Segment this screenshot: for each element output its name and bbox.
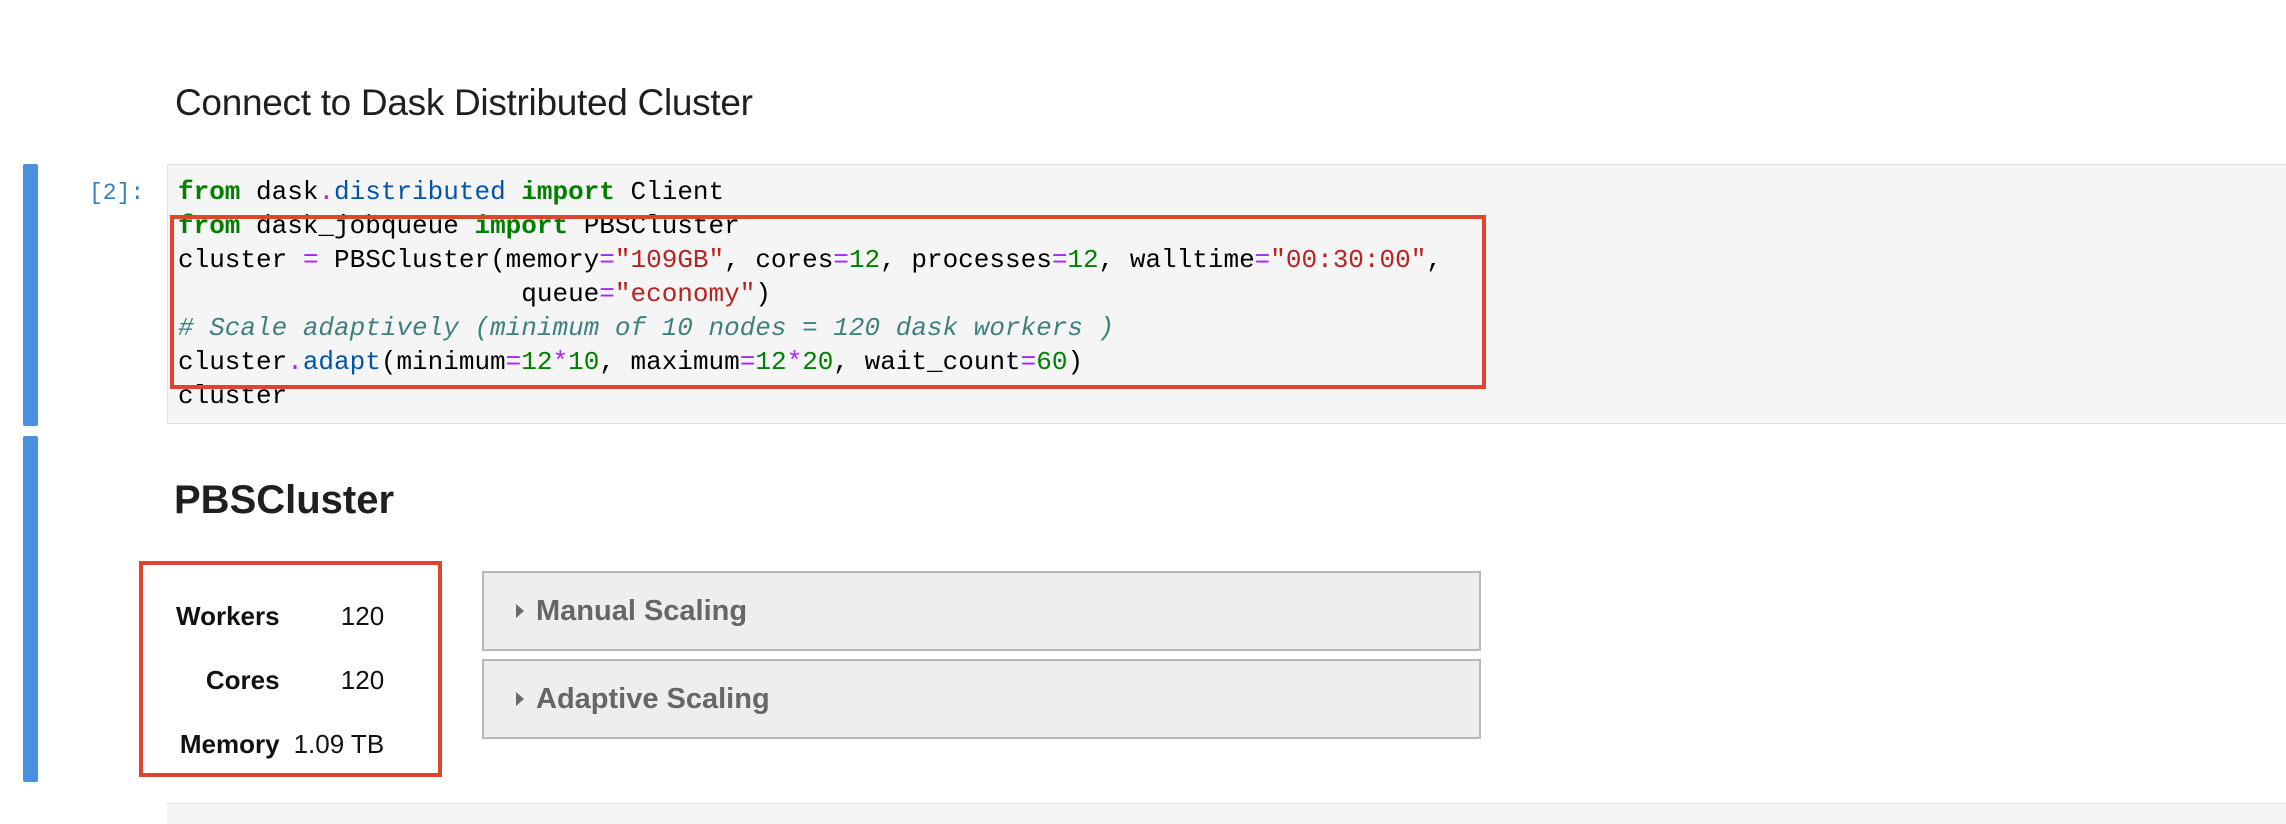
code-token: Client	[614, 177, 725, 207]
code-line: cluster = PBSCluster(memory="109GB", cor…	[178, 243, 1442, 277]
code-line: queue="economy")	[178, 277, 1442, 311]
stats-row-cores: Cores 120	[170, 648, 390, 712]
stat-label: Workers	[176, 600, 280, 631]
code-token: , maximum	[599, 347, 740, 377]
code-token: (minimum	[380, 347, 506, 377]
adaptive-scaling-label: Adaptive Scaling	[536, 682, 770, 715]
code-token: .	[287, 347, 303, 377]
code-token: from	[178, 211, 241, 241]
code-token: =	[505, 347, 522, 377]
code-token: 12	[848, 245, 881, 275]
code-token: 12	[755, 347, 787, 377]
code-token: PBSCluster(memory	[318, 245, 600, 275]
code-token: "109GB"	[614, 245, 725, 275]
code-token: 20	[802, 347, 834, 377]
code-token: distributed	[334, 177, 506, 207]
code-token: cluster	[178, 381, 288, 411]
cell-prompt: [2]:	[89, 180, 145, 206]
code-token: dask_jobqueue	[240, 211, 475, 241]
section-heading: Connect to Dask Distributed Cluster	[175, 82, 753, 123]
code-line: cluster	[178, 379, 1442, 413]
code-token: .	[318, 177, 335, 207]
code-token: cluster	[178, 245, 303, 275]
code-token: =	[1020, 347, 1037, 377]
code-token: =	[1254, 245, 1271, 275]
cluster-title: PBSCluster	[174, 478, 395, 522]
stat-value: 120	[340, 600, 385, 631]
code-block[interactable]: from dask.distributed import Client from …	[178, 175, 1442, 413]
code-token: , processes	[880, 245, 1052, 275]
stat-label: Cores	[205, 664, 280, 695]
code-token: from	[178, 177, 241, 207]
manual-scaling-label: Manual Scaling	[536, 594, 748, 627]
manual-scaling-accordion[interactable]: Manual Scaling	[482, 571, 1481, 651]
output-cell-collapser[interactable]	[23, 436, 38, 782]
input-cell-collapser[interactable]	[23, 164, 38, 426]
code-line: cluster.adapt(minimum=12*10, maximum=12*…	[178, 345, 1442, 379]
code-token: , wait_count	[833, 347, 1021, 377]
stats-row-workers: Workers 120	[170, 584, 390, 648]
code-line: # Scale adaptively (minimum of 10 nodes …	[178, 311, 1442, 345]
code-token: *	[552, 347, 569, 377]
stat-value: 120	[340, 664, 385, 695]
code-token: cluster	[178, 347, 288, 377]
stats-row-memory: Memory 1.09 TB	[170, 712, 390, 776]
code-token: import	[474, 211, 569, 241]
code-token: 12	[1067, 245, 1099, 275]
code-token: )	[755, 279, 771, 309]
code-token: 60	[1036, 347, 1068, 377]
code-token: ,	[1426, 245, 1442, 275]
caret-right-icon	[516, 604, 524, 618]
code-token: )	[1067, 347, 1084, 377]
code-token: dask	[240, 177, 319, 207]
adaptive-scaling-accordion[interactable]: Adaptive Scaling	[482, 659, 1481, 739]
code-token: # Scale adaptively (minimum of 10 nodes …	[178, 313, 1115, 343]
stat-label: Memory	[179, 728, 280, 759]
code-line: from dask_jobqueue import PBSCluster	[178, 209, 1442, 243]
code-token: , walltime	[1098, 245, 1255, 275]
caret-right-icon	[516, 692, 524, 706]
code-token: *	[786, 347, 803, 377]
code-token: queue	[178, 279, 600, 309]
cluster-stats-table: Workers 120 Cores 120 Memory 1.09 TB	[170, 584, 390, 776]
code-token: adapt	[302, 347, 381, 377]
code-token: =	[739, 347, 756, 377]
code-token: "00:30:00"	[1270, 245, 1427, 275]
code-token: =	[1051, 245, 1068, 275]
code-token: 10	[568, 347, 600, 377]
code-token: =	[599, 279, 615, 309]
code-token: 12	[521, 347, 553, 377]
code-token: =	[599, 245, 615, 275]
code-line: from dask.distributed import Client	[178, 175, 1442, 209]
code-token: import	[521, 177, 615, 207]
stat-value: 1.09 TB	[293, 728, 385, 759]
code-token: , cores	[724, 245, 834, 275]
code-token: =	[833, 245, 849, 275]
code-token: =	[302, 245, 319, 275]
code-token: "economy"	[614, 279, 756, 309]
code-token: PBSCluster	[568, 211, 740, 241]
